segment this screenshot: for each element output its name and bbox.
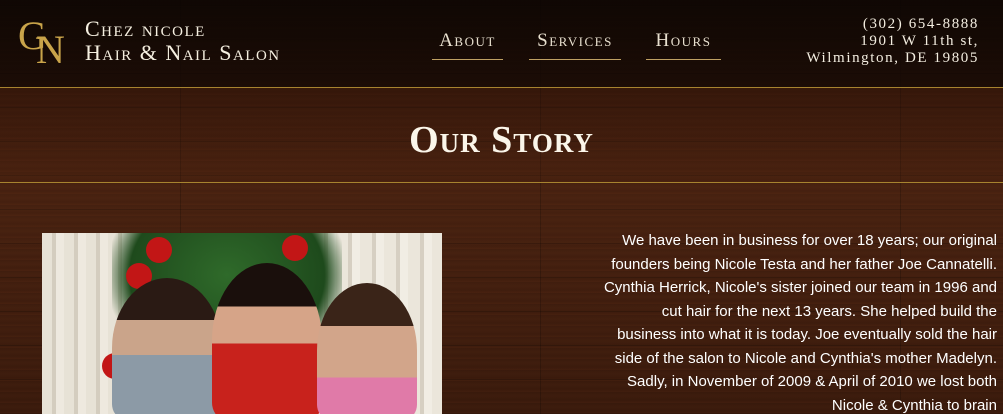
story-text: We have been in business for over 18 yea…: [603, 232, 997, 414]
brand-line-1: Chez nicole: [85, 16, 206, 41]
photo-bow: [282, 235, 308, 261]
title-band: Our Story: [0, 88, 1003, 183]
phone-number[interactable]: (302) 654-8888: [806, 16, 979, 33]
logo-monogram[interactable]: G N: [18, 13, 68, 72]
address-line-1: 1901 W 11th st,: [860, 33, 979, 49]
address-line-2: Wilmington, DE 19805: [806, 50, 979, 66]
nav-services[interactable]: Services: [529, 30, 621, 60]
brand-name[interactable]: Chez nicole Hair & Nail Salon: [85, 17, 281, 65]
founders-photo: [42, 233, 442, 414]
site-header: G N Chez nicole Hair & Nail Salon About …: [0, 0, 1003, 88]
contact-info: (302) 654-8888 1901 W 11th st, Wilmingto…: [806, 16, 979, 67]
brand-line-2: Hair & Nail Salon: [85, 40, 281, 65]
page-title: Our Story: [409, 119, 594, 161]
nav-about[interactable]: About: [432, 30, 503, 60]
photo-bow: [146, 237, 172, 263]
photo-person-right: [317, 283, 417, 414]
photo-person-left: [112, 278, 222, 414]
nav-hours[interactable]: Hours: [646, 30, 721, 60]
photo-person-center: [212, 263, 322, 414]
logo-letter-n: N: [36, 27, 65, 72]
